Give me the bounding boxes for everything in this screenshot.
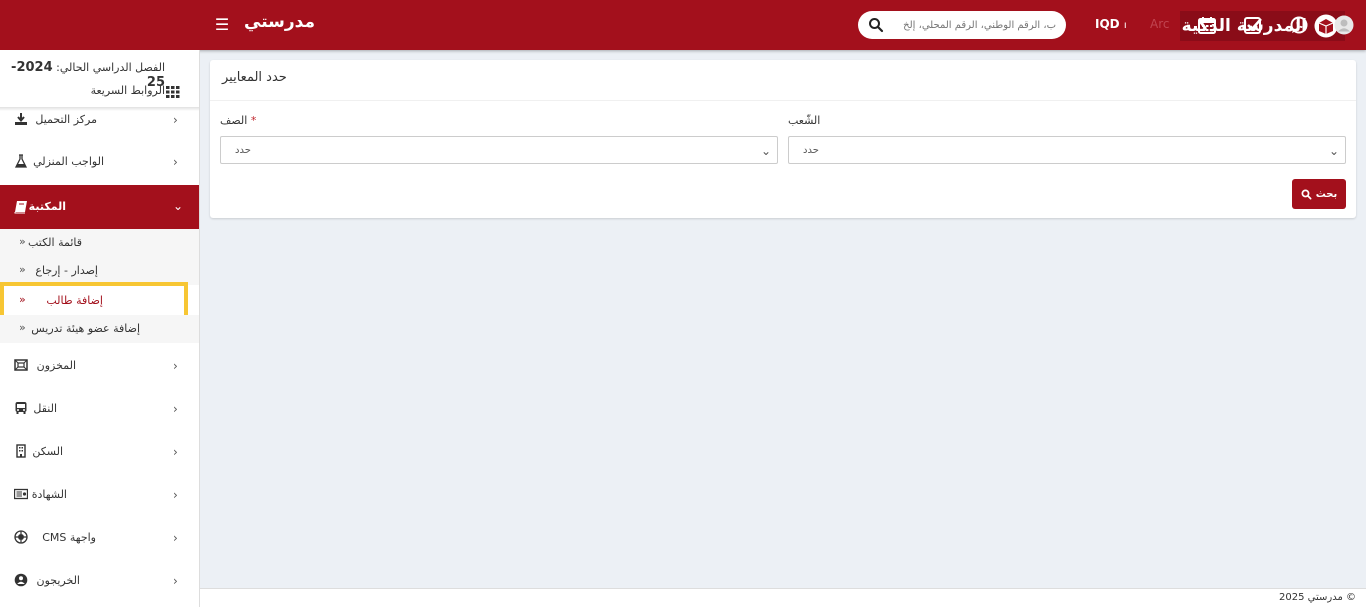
grid-icon[interactable]: [166, 86, 180, 98]
chevron-left-icon: ‹: [173, 402, 178, 416]
criteria-panel: حدد المعايير الصف * حدد ⌄ الشّعب حدد ⌄ ب…: [210, 60, 1356, 218]
currency-selector[interactable]: IQD ı: [1095, 17, 1127, 31]
class-select[interactable]: حدد ⌄: [220, 136, 778, 164]
chevron-down-icon: ⌄: [173, 199, 184, 213]
sidebar-item-upload-center[interactable]: مركز التحميل ‹: [0, 100, 199, 140]
sidebar-subitem-book-list[interactable]: قائمة الكتب «: [0, 229, 199, 257]
bus-icon: [15, 402, 27, 414]
whatsapp-icon[interactable]: [1289, 15, 1309, 35]
chevron-left-icon: ‹: [173, 445, 178, 459]
alumni-icon: [14, 573, 28, 587]
sidebar-item-transport[interactable]: النقل ‹: [0, 389, 199, 429]
panel-title: حدد المعايير: [222, 70, 287, 85]
footer: مدرستي 2025 ©: [200, 588, 1366, 607]
search-icon: [1301, 189, 1312, 199]
required-marker: *: [250, 114, 257, 127]
user-avatar-icon[interactable]: [1334, 15, 1354, 35]
section-select[interactable]: حدد ⌄: [788, 136, 1346, 164]
checklist-icon[interactable]: [1243, 15, 1263, 35]
sidebar-item-certificate[interactable]: الشهادة ‹: [0, 475, 199, 515]
sidebar-item-label: المكتبة: [28, 200, 66, 213]
subitem-label: إصدار - إرجاع: [35, 264, 98, 277]
subitem-label: قائمة الكتب: [27, 236, 82, 249]
sidebar-item-alumni[interactable]: الخريجون ‹: [0, 561, 199, 601]
chevron-left-icon: ‹: [173, 113, 178, 127]
section-label: الشّعب: [788, 114, 821, 127]
sidebar-item-label: الواجب المنزلي: [33, 155, 104, 168]
sidebar-item-label: السكن: [32, 445, 63, 458]
sidebar-subitem-add-staff[interactable]: إضافة عضو هيئة تدريس «: [0, 315, 199, 343]
class-label: الصف *: [220, 114, 256, 127]
search-input[interactable]: [884, 19, 1056, 31]
search-icon[interactable]: [868, 17, 884, 33]
download-icon: [15, 113, 27, 125]
panel-divider: [210, 100, 1356, 101]
double-chevron-icon: «: [19, 293, 26, 306]
double-chevron-icon: «: [19, 235, 26, 248]
currency-label: IQD: [1095, 17, 1120, 31]
semester-label: الفصل الدراسي الحالي:: [56, 61, 165, 74]
search-button[interactable]: بحث: [1292, 179, 1346, 209]
book-icon: [14, 201, 27, 214]
sidebar-item-housing[interactable]: السكن ‹: [0, 432, 199, 472]
top-navbar: المدرسة الذكية ☰ مدرستي IQD ı Arc: [0, 0, 1366, 50]
double-chevron-icon: «: [19, 263, 26, 276]
flask-icon: [14, 154, 28, 168]
class-label-text: الصف: [220, 114, 248, 127]
sidebar-item-label: الشهادة: [31, 488, 67, 501]
chevron-left-icon: ‹: [173, 359, 178, 373]
app-title: مدرستي: [244, 12, 315, 32]
sidebar-item-label: المخزون: [36, 359, 76, 372]
hamburger-icon[interactable]: ☰: [212, 14, 232, 36]
building-icon: [16, 444, 26, 458]
quick-links[interactable]: الروابط السريعة: [91, 84, 165, 97]
sidebar-item-inventory[interactable]: المخزون ‹: [0, 346, 199, 386]
footer-copyright: مدرستي 2025 ©: [1279, 592, 1356, 603]
chevron-down-icon: ⌄: [760, 144, 771, 158]
inventory-icon: [14, 359, 28, 371]
chevron-left-icon: ‹: [173, 574, 178, 588]
chevron-left-icon: ‹: [173, 531, 178, 545]
sidebar-item-label: مركز التحميل: [35, 113, 97, 126]
subitem-label: إضافة عضو هيئة تدريس: [31, 322, 140, 335]
sidebar-item-label: النقل: [33, 402, 57, 415]
sidebar: الفصل الدراسي الحالي: 2024-25 الروابط ال…: [0, 50, 200, 607]
class-select-value: حدد: [235, 144, 251, 156]
certificate-icon: [14, 488, 28, 500]
calendar-icon[interactable]: [1197, 15, 1217, 35]
language-selector[interactable]: Arc: [1150, 17, 1169, 31]
double-chevron-icon: «: [19, 321, 26, 334]
sidebar-item-cms[interactable]: واجهة CMS ‹: [0, 518, 199, 558]
chevron-down-icon: ⌄: [1328, 144, 1339, 158]
subitem-label: إضافة طالب: [46, 294, 103, 307]
cms-icon: [14, 530, 28, 544]
global-search[interactable]: [858, 11, 1066, 39]
sidebar-item-homework[interactable]: الواجب المنزلي ‹: [0, 142, 199, 182]
sidebar-subitem-issue-return[interactable]: إصدار - إرجاع «: [0, 257, 199, 285]
chevron-left-icon: ‹: [173, 488, 178, 502]
sidebar-item-label: الخريجون: [36, 574, 80, 587]
sidebar-item-library[interactable]: المكتبة ⌄: [0, 185, 199, 229]
search-button-label: بحث: [1315, 188, 1338, 200]
chevron-left-icon: ‹: [173, 155, 178, 169]
sidebar-item-label: واجهة CMS: [42, 531, 96, 544]
section-select-value: حدد: [803, 144, 819, 156]
